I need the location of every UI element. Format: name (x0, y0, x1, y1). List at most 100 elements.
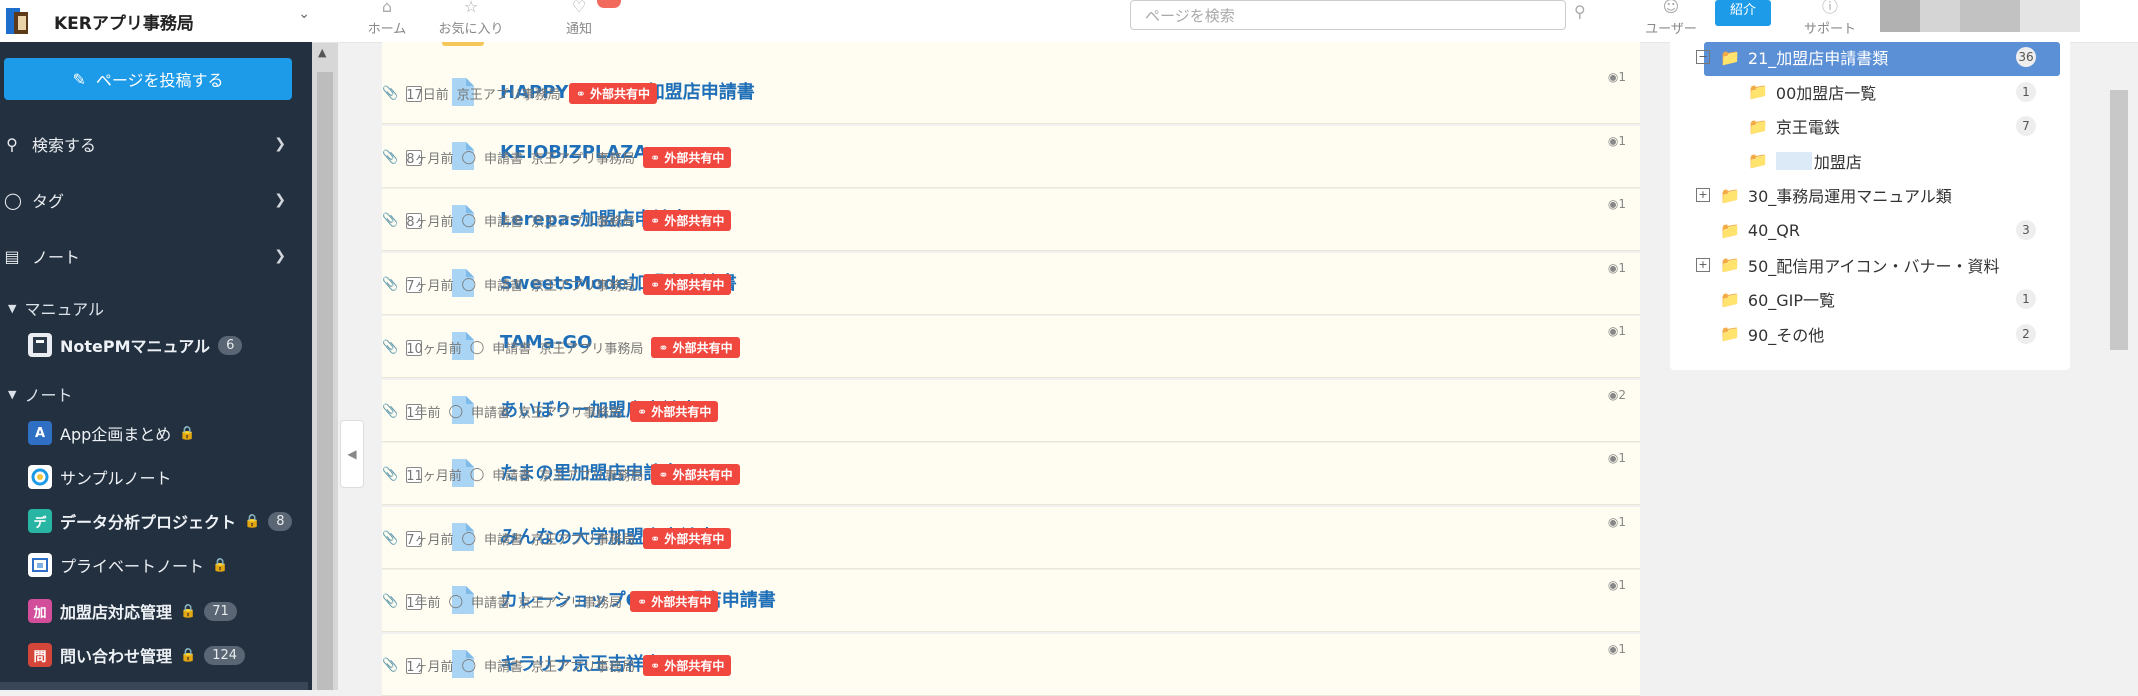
list-item[interactable]: Lerepas加盟店申請書 📎 8ヶ月前 ◯ 申請書 京王アプリ事務局 ⚭ 外部共有中 ◉1 (382, 189, 1640, 251)
page-list: HAPPYLEMON 加盟店申請書📎17日前京王アプリ事務局⚭ 外部共有中◉1K… (382, 42, 1640, 696)
note-item-store-management[interactable]: 加 加盟店対応管理 🔒 71 (28, 596, 237, 626)
folder-count: 2 (2016, 323, 2036, 344)
list-item[interactable]: SweetsMode加盟店申請書 📎 7ヶ月前 ◯ 申請書 京王アプリ事務局 ⚭ 外部共有中… (382, 252, 1640, 315)
list-item[interactable]: HAPPYLEMON 加盟店申請書📎17日前京王アプリ事務局⚭ 外部共有中◉1 (382, 62, 1640, 124)
collapse-icon[interactable]: − (1696, 50, 1710, 64)
updated-time: 1年前 (406, 596, 441, 611)
tag-label[interactable]: 申請書 (484, 529, 523, 548)
blurred-profile-area[interactable] (1880, 0, 2080, 32)
link-icon: ⚭ (575, 87, 586, 101)
manual-item-notepm[interactable]: NotePMマニュアル 6 (28, 330, 243, 360)
folder-icon: 📁 (1748, 151, 1768, 171)
owner-label: 京王アプリ事務局 (518, 596, 623, 611)
list-item[interactable]: あいぼりー加盟店申請書 📎 1年前 ◯ 申請書 京王アプリ事務局 ⚭ 外部共有中 ◉2 (382, 379, 1640, 442)
list-item[interactable]: みんなの大学加盟店申請書 📎 7ヶ月前 ◯ 申請書 京王アプリ事務局 ⚭ 外部共有中 ◉1 (382, 506, 1640, 569)
sidebar-search[interactable]: ⚲ 検索する ❯ (0, 124, 300, 164)
folder-item[interactable]: 📁 90_その他 2 (1720, 319, 2050, 349)
tag-label[interactable]: 申請書 (492, 338, 531, 357)
folder-item[interactable]: 📁 加盟店 (1748, 146, 2050, 176)
note-initial-icon: 問 (28, 643, 52, 667)
sidebar-notes[interactable]: ▤ ノート ❯ (0, 236, 300, 276)
view-count-value: 1 (1618, 260, 1626, 275)
note-item-label: 問い合わせ管理 (60, 647, 173, 666)
note-item-sample[interactable]: サンプルノート (28, 462, 172, 492)
note-item-private[interactable]: プライベートノート 🔒 (28, 550, 228, 580)
expand-icon[interactable]: + (1696, 257, 1710, 272)
external-share-badge: ⚭ 外部共有中 (643, 146, 732, 168)
eye-icon: ◉ (1607, 514, 1619, 529)
nav-favorites[interactable]: ☆ お気に入り (436, 0, 506, 37)
search-icon[interactable]: ⚲ (1574, 2, 1586, 21)
section-manual[interactable]: ▼ マニュアル (8, 296, 104, 320)
workspace-name: KERアプリ事務局 (54, 13, 194, 34)
folder-count: 36 (2016, 47, 2036, 67)
chevron-down-icon[interactable]: ⌄ (298, 6, 310, 22)
notepm-logo-icon (28, 333, 52, 357)
page-scrollbar-thumb[interactable] (2110, 90, 2128, 350)
post-page-button[interactable]: ✎ ページを投稿する (4, 58, 292, 100)
tag-label[interactable]: 申請書 (484, 211, 523, 230)
folder-icon: 📁 (1720, 220, 1740, 240)
view-count: ◉1 (1608, 578, 1626, 592)
collapse-sidebar-button[interactable]: ◀ (340, 420, 364, 488)
page-meta: 📎 10ヶ月前 ◯ 申請書 京王アプリ事務局 ⚭ 外部共有中 (382, 337, 740, 358)
folder-icon: 📁 (1720, 324, 1740, 344)
notebook-icon: ▤ (4, 246, 20, 266)
folder-item[interactable]: − 📁 21_加盟店申請書類 36 (1696, 42, 2050, 72)
list-item[interactable]: カレーショップC&C加盟店申請書📎1年前◯申請書京王アプリ事務局⚭ 外部共有中◉… (382, 570, 1640, 632)
list-item[interactable]: TAMa-GO 📎 10ヶ月前 ◯ 申請書 京王アプリ事務局 ⚭ 外部共有中 ◉1 (382, 316, 1640, 378)
tag-label[interactable]: 申請書 (471, 592, 510, 611)
nav-users[interactable]: ☺ ユーザー (1636, 0, 1706, 37)
manual-item-label: NotePMマニュアル (60, 337, 211, 356)
tag-label[interactable]: 申請書 (492, 465, 531, 484)
folder-item[interactable]: 📁 40_QR 3 (1720, 215, 2050, 245)
caret-down-icon: ▼ (8, 387, 17, 401)
support-icon: ⓘ (1821, 0, 1838, 16)
external-share-badge: ⚭ 外部共有中 (630, 591, 719, 612)
folder-item[interactable]: 📁 00加盟店一覧 1 (1748, 77, 2050, 107)
folder-count: 3 (2016, 220, 2036, 240)
note-item-inquiry-management[interactable]: 問 問い合わせ管理 🔒 124 (28, 640, 246, 670)
folder-label: 50_配信用アイコン・バナー・資料 (1747, 256, 2000, 276)
list-item[interactable]: たまの里加盟店申請書 📎 11ヶ月前 ◯ 申請書 京王アプリ事務局 ⚭ 外部共有中 ◉1 (382, 443, 1640, 505)
view-count: ◉1 (1608, 642, 1626, 656)
view-count-value: 1 (1618, 197, 1626, 211)
note-item-app-planning[interactable]: A App企画まとめ 🔒 (28, 418, 195, 448)
view-count: ◉1 (1608, 451, 1626, 465)
folder-item[interactable]: 📁 京王電鉄 7 (1748, 111, 2050, 141)
tag-icon: ◯ (4, 190, 22, 210)
invite-button[interactable]: 紹介 (1715, 0, 1771, 26)
folder-icon: 📁 (1720, 185, 1740, 205)
note-item-data-analysis[interactable]: デ データ分析プロジェクト 🔒 8 (28, 506, 293, 536)
folder-item[interactable]: + 📁 50_配信用アイコン・バナー・資料 (1696, 250, 2050, 280)
section-notes[interactable]: ▼ ノート (8, 382, 72, 406)
page-meta: 📎 7ヶ月前 ◯ 申請書 京王アプリ事務局 ⚭ 外部共有中 (382, 273, 732, 295)
folder-icon: 📁 (1720, 47, 1740, 67)
tag-label[interactable]: 申請書 (484, 656, 523, 675)
tag-label[interactable]: 申請書 (484, 275, 523, 294)
nav-support[interactable]: ⓘ サポート (1790, 0, 1870, 37)
folder-item[interactable]: + 📁 30_事務局運用マニュアル類 (1696, 180, 2050, 210)
sidebar-tags[interactable]: ◯ タグ ❯ (0, 180, 300, 220)
home-icon: ⌂ (381, 0, 393, 16)
tag-label[interactable]: 申請書 (471, 402, 510, 421)
search-input[interactable]: ページを検索 (1130, 0, 1566, 30)
sidebar-item-label: タグ (32, 192, 65, 211)
sidebar-scrollbar-thumb[interactable] (317, 72, 333, 690)
view-count: ◉1 (1608, 261, 1626, 275)
list-item[interactable]: キラリナ京王吉祥寺 📎 1ヶ月前 ◯ 申請書 京王アプリ事務局 ⚭ 外部共有中 ◉1 (382, 633, 1640, 696)
link-icon: ⚭ (650, 277, 661, 292)
eye-icon: ◉ (1607, 387, 1619, 402)
folder-count: 1 (2016, 81, 2036, 102)
tag-label[interactable]: 申請書 (484, 148, 523, 167)
workspace-header[interactable]: KERアプリ事務局 ⌄ (0, 0, 312, 42)
scroll-up-arrow-icon[interactable]: ▲ (318, 46, 326, 59)
folder-item[interactable]: 📁 60_GIP一覧 1 (1720, 284, 2050, 314)
expand-icon[interactable]: + (1696, 188, 1710, 203)
caret-down-icon: ▼ (8, 301, 17, 315)
note-item-label: サンプルノート (60, 469, 172, 488)
nav-home[interactable]: ⌂ ホーム (352, 0, 422, 37)
paperclip-icon: 📎 (382, 467, 399, 482)
private-note-icon (28, 553, 52, 577)
list-item[interactable]: KEIOBIZPLAZA 📎 8ヶ月前 ◯ 申請書 京王アプリ事務局 ⚭ 外部共有中 ◉1 (382, 125, 1640, 188)
